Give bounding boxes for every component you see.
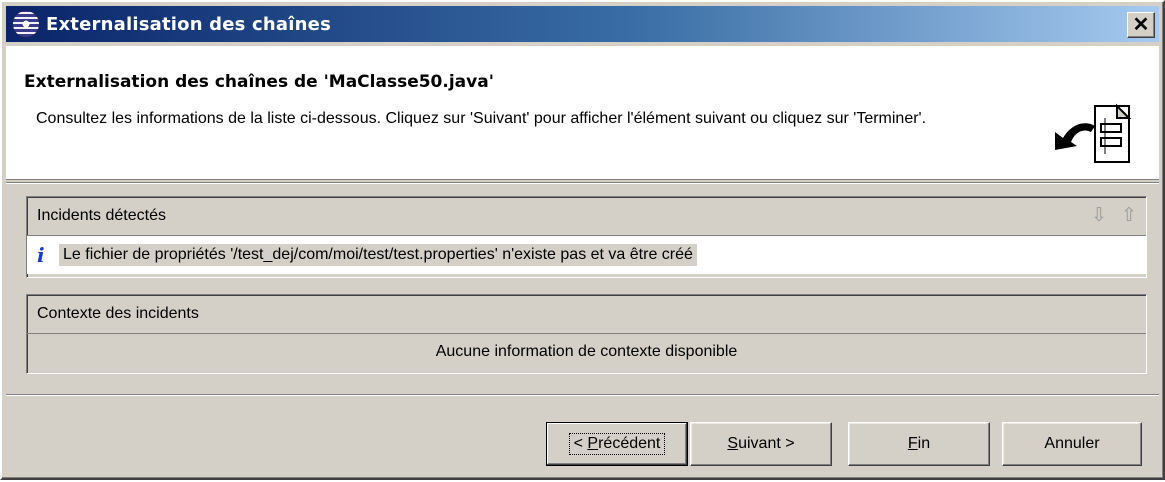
- previous-button[interactable]: < Précédent: [546, 422, 688, 466]
- banner-description: Consultez les informations de la liste c…: [36, 110, 927, 127]
- next-issue-arrow-icon[interactable]: ⇩: [1088, 205, 1110, 227]
- issue-text: Le fichier de propriétés '/test_dej/com/…: [59, 244, 697, 266]
- issues-header: Incidents détectés ⇩ ⇧: [27, 197, 1146, 236]
- button-separator: [6, 394, 1159, 396]
- window-title: Externalisation des chaînes: [46, 13, 331, 35]
- title-bar[interactable]: Externalisation des chaînes ✕: [6, 6, 1159, 42]
- context-header: Contexte des incidents: [27, 295, 1146, 334]
- issues-panel: Incidents détectés ⇩ ⇧ i Le fichier de p…: [26, 196, 1147, 278]
- cancel-button[interactable]: Annuler: [1002, 422, 1142, 466]
- close-button[interactable]: ✕: [1127, 12, 1155, 38]
- wizard-banner: Externalisation des chaînes de 'MaClasse…: [6, 46, 1159, 180]
- banner-title: Externalisation des chaînes de 'MaClasse…: [24, 72, 494, 92]
- context-header-label: Contexte des incidents: [37, 305, 199, 322]
- close-icon: ✕: [1132, 14, 1150, 36]
- externalize-wizard-icon: [1055, 103, 1132, 163]
- issues-header-label: Incidents détectés: [37, 207, 166, 224]
- dialog-window: Externalisation des chaînes ✕ Externalis…: [0, 0, 1165, 480]
- issue-row[interactable]: i Le fichier de propriétés '/test_dej/co…: [27, 236, 1146, 274]
- finish-button-label: Fin: [907, 435, 931, 452]
- cancel-button-label: Annuler: [1044, 435, 1100, 452]
- eclipse-icon: [12, 10, 40, 38]
- context-message: Aucune information de contexte disponibl…: [435, 343, 738, 360]
- next-button-label: Suivant >: [727, 435, 795, 452]
- context-panel: Contexte des incidents Aucune informatio…: [26, 294, 1147, 374]
- finish-button[interactable]: Fin: [848, 422, 990, 466]
- previous-button-label: < Précédent: [568, 433, 666, 455]
- banner-separator: [6, 182, 1159, 184]
- previous-issue-arrow-icon[interactable]: ⇧: [1118, 205, 1140, 227]
- next-button[interactable]: Suivant >: [690, 422, 832, 466]
- info-icon: i: [37, 243, 45, 267]
